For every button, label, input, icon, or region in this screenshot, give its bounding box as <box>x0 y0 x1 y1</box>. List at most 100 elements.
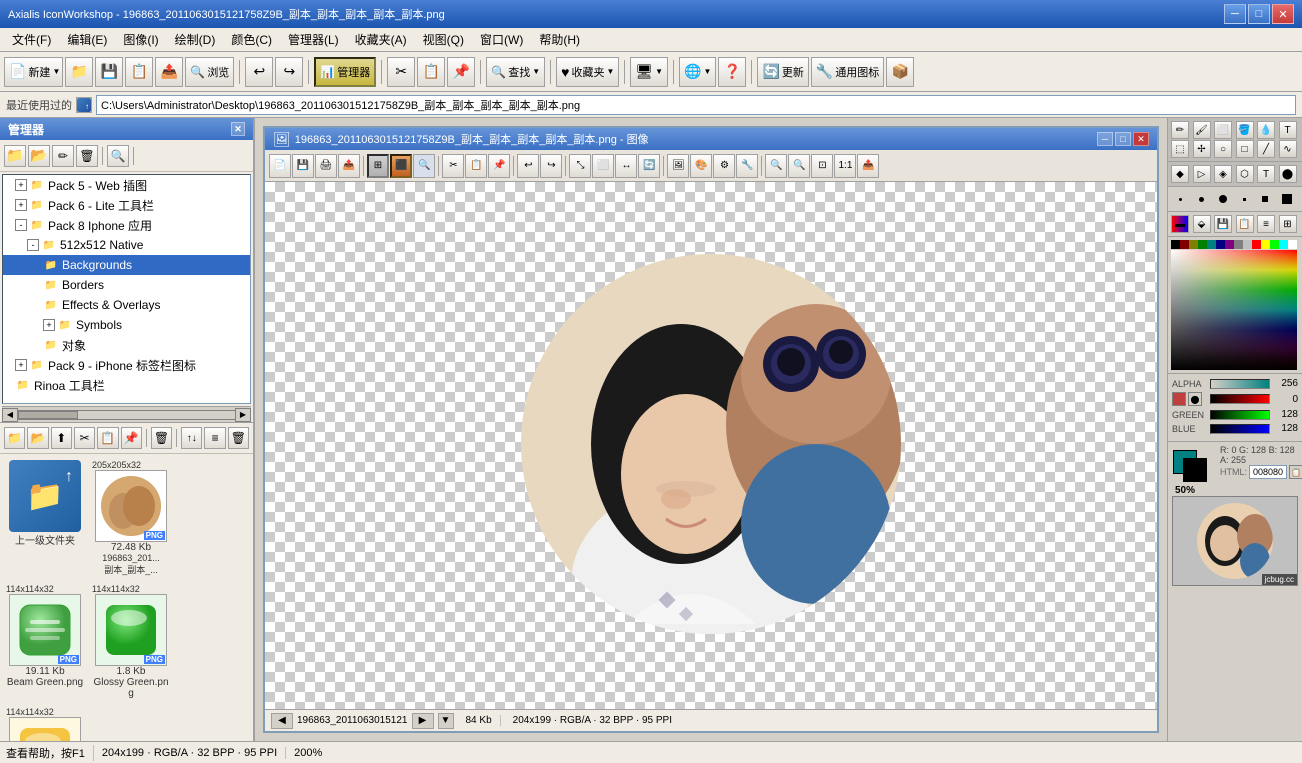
dot-4[interactable] <box>1236 191 1252 207</box>
pal-silver[interactable] <box>1243 240 1252 249</box>
it-grid[interactable]: ⊞ <box>367 154 389 178</box>
glossy-file-item[interactable]: 114x114x32 <box>90 582 172 701</box>
mgr-edit[interactable]: ✏ <box>52 145 74 167</box>
menu-help[interactable]: 帮助(H) <box>531 29 588 50</box>
nav-next[interactable]: ▶ <box>412 713 434 729</box>
expand-pack6[interactable]: + <box>15 199 27 211</box>
it-btn2[interactable]: 💾 <box>292 154 314 178</box>
menu-file[interactable]: 文件(F) <box>4 29 59 50</box>
copy-button[interactable]: 📋 <box>417 57 445 87</box>
it-undo[interactable]: ↩ <box>517 154 539 178</box>
tree-item-pack5[interactable]: + 📁 Pack 5 - Web 插图 <box>3 175 250 195</box>
it-btn-more2[interactable]: 📋 <box>465 154 487 178</box>
it-image3[interactable]: ⚙ <box>713 154 735 178</box>
tree-item-effects[interactable]: 📁 Effects & Overlays <box>3 295 250 315</box>
cut-button[interactable]: ✂ <box>387 57 415 87</box>
fp-btn3[interactable]: ⬆ <box>51 427 72 449</box>
fp-sort[interactable]: ↑↓ <box>181 427 202 449</box>
pal-purple[interactable] <box>1225 240 1234 249</box>
tree-item-rinoa[interactable]: 📁 Rinoa 工具栏 <box>3 375 250 395</box>
tool-curve[interactable]: ∿ <box>1279 140 1297 158</box>
iw-maximize[interactable]: □ <box>1115 132 1131 146</box>
menu-window[interactable]: 窗口(W) <box>472 29 531 50</box>
it-image4[interactable]: 🔧 <box>736 154 758 178</box>
it-crop[interactable]: ⬜ <box>592 154 614 178</box>
pal-navy[interactable] <box>1216 240 1225 249</box>
tree-item-symbols[interactable]: + 📁 Symbols <box>3 315 250 335</box>
scroll-left[interactable]: ◀ <box>2 408 18 422</box>
tool-r5[interactable]: T <box>1257 165 1275 183</box>
tool-move[interactable]: ✢ <box>1193 140 1211 158</box>
it-btn3[interactable]: 🖨 <box>315 154 337 178</box>
close-button[interactable]: ✕ <box>1272 4 1294 24</box>
tree-item-borders[interactable]: 📁 Borders <box>3 275 250 295</box>
pal-black[interactable] <box>1171 240 1180 249</box>
opt-5[interactable]: ≡ <box>1257 215 1275 233</box>
it-resize[interactable]: ⤡ <box>569 154 591 178</box>
beam-file-item[interactable]: 114x114x32 <box>4 582 86 701</box>
blue-track[interactable] <box>1210 424 1270 434</box>
menu-color[interactable]: 颜色(C) <box>223 29 280 50</box>
it-flip[interactable]: ↔ <box>615 154 637 178</box>
it-frame[interactable]: ⬛ <box>390 154 412 178</box>
save-as-button[interactable]: 📋 <box>125 57 153 87</box>
it-zoom-out[interactable]: 🔍 <box>788 154 810 178</box>
opt-1[interactable]: ▬ <box>1171 215 1189 233</box>
extra-button[interactable]: 📦 <box>886 57 914 87</box>
it-image1[interactable]: 🖼 <box>667 154 689 178</box>
tool-select[interactable]: ⬚ <box>1171 140 1189 158</box>
tool-pencil[interactable]: ✏ <box>1171 121 1189 139</box>
expand-pack9[interactable]: + <box>15 359 27 371</box>
scroll-right[interactable]: ▶ <box>235 408 251 422</box>
tool-r4[interactable]: ⬡ <box>1236 165 1254 183</box>
red-arrows[interactable]: ⬤ <box>1188 392 1202 406</box>
tree-item-pack8[interactable]: - 📁 Pack 8 Iphone 应用 <box>3 215 250 235</box>
display-button[interactable]: 🖥▼ <box>630 57 668 87</box>
it-actual[interactable]: 1:1 <box>834 154 856 178</box>
pal-cyan[interactable] <box>1279 240 1288 249</box>
save-button[interactable]: 💾 <box>95 57 123 87</box>
it-glass[interactable]: 🔍 <box>413 154 435 178</box>
opt-6[interactable]: ⊞ <box>1279 215 1297 233</box>
menu-favorites[interactable]: 收藏夹(A) <box>347 29 415 50</box>
pal-gray[interactable] <box>1234 240 1243 249</box>
dot-6[interactable] <box>1279 191 1295 207</box>
main-file-item[interactable]: 205x205x32 PNG <box>90 458 172 578</box>
fp-view[interactable]: ≡ <box>204 427 225 449</box>
new-button[interactable]: 📄 新建 ▼ <box>4 57 63 87</box>
tool-line[interactable]: ╱ <box>1257 140 1275 158</box>
tool-r6[interactable]: ⬤ <box>1279 165 1297 183</box>
favorites-button[interactable]: ♥ 收藏夹 ▼ <box>556 57 619 87</box>
it-btn4[interactable]: 📤 <box>338 154 360 178</box>
opt-3[interactable]: 💾 <box>1214 215 1232 233</box>
path-dropdown[interactable]: ↑ <box>76 97 92 113</box>
export-button[interactable]: 📤 <box>155 57 183 87</box>
expand-symbols[interactable]: + <box>43 319 55 331</box>
nav-prev[interactable]: ◀ <box>271 713 293 729</box>
opt-2[interactable]: ⬙ <box>1193 215 1211 233</box>
bg-color-swatch[interactable] <box>1183 458 1207 482</box>
minimize-button[interactable]: ─ <box>1224 4 1246 24</box>
tree-item-backgrounds[interactable]: 📁 Backgrounds <box>3 255 250 275</box>
nav-more[interactable]: ▼ <box>438 713 454 729</box>
tool-eyedrop[interactable]: 💧 <box>1257 121 1275 139</box>
undo-button[interactable]: ↩ <box>245 57 273 87</box>
universal-icon-button[interactable]: 🔧 通用图标 <box>811 57 884 87</box>
it-zoom-in[interactable]: 🔍 <box>765 154 787 178</box>
pal-olive[interactable] <box>1189 240 1198 249</box>
help-button[interactable]: ❓ <box>718 57 746 87</box>
tool-brush[interactable]: 🖌 <box>1193 121 1211 139</box>
menu-draw[interactable]: 绘制(D) <box>167 29 224 50</box>
manager-button[interactable]: 📊 管理器 <box>314 57 376 87</box>
open-button[interactable]: 📁 <box>65 57 93 87</box>
it-fit[interactable]: ⊡ <box>811 154 833 178</box>
browse-button[interactable]: 🔍 浏览 <box>185 57 234 87</box>
find-button[interactable]: 🔍 查找 ▼ <box>486 57 545 87</box>
paste-button[interactable]: 📌 <box>447 57 475 87</box>
it-btn-more3[interactable]: 📌 <box>488 154 510 178</box>
fp-delete[interactable]: 🗑 <box>228 427 249 449</box>
red-swatch[interactable] <box>1172 392 1186 406</box>
fp-open[interactable]: 📂 <box>27 427 48 449</box>
pal-teal[interactable] <box>1207 240 1216 249</box>
dot-5[interactable] <box>1257 191 1273 207</box>
